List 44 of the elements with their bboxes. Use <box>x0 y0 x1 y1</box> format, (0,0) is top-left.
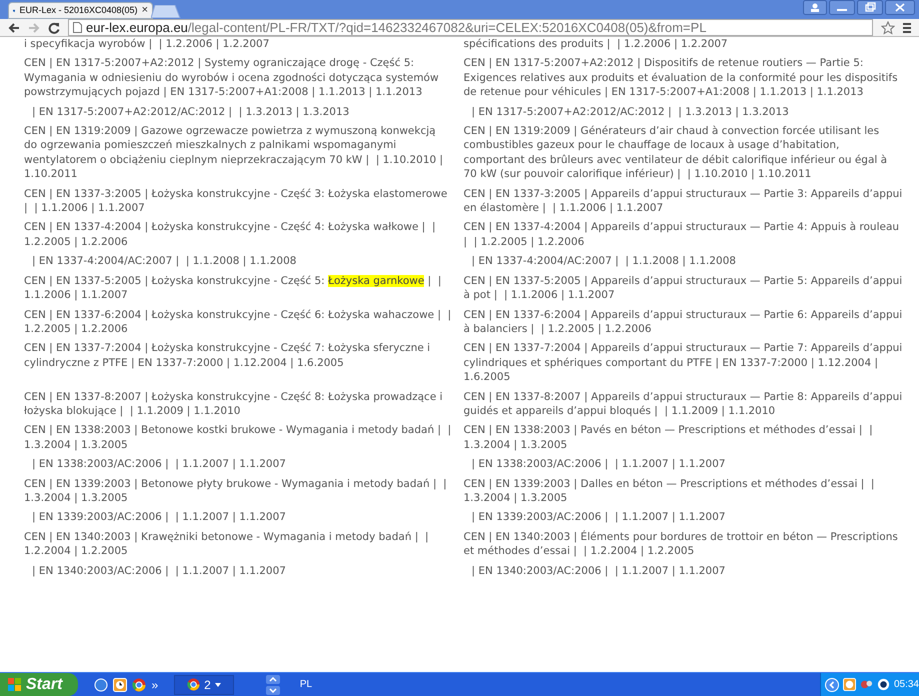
language-indicator[interactable]: PL <box>300 677 312 692</box>
maximize-button[interactable] <box>857 0 883 15</box>
table-cell: CEN | EN 1337-5:2005 | Appareils d’appui structuraux — Partie 5: Appareils d’appui à pot | | 1.1.2006 | 1.1.2007 <box>464 274 903 302</box>
url-text: eur-lex.europa.eu/legal-content/PL-FR/TXT/?qid=1462332467082&uri=CELEX:52016XC0408(05)&from=PL <box>86 21 706 34</box>
new-tab-button[interactable] <box>151 5 181 18</box>
scroll-arrows-icon[interactable] <box>266 674 280 694</box>
table-cell: CEN | EN 1337-8:2007 | Appareils d’appui structuraux — Partie 8: Appareils d’appui guidés et appareils d’appui bloqués | | 1.1.2009 | 1.1.2010 <box>464 390 903 418</box>
more-icons-button[interactable]: » <box>151 676 158 694</box>
address-bar[interactable]: eur-lex.europa.eu/legal-content/PL-FR/TXT/?qid=1462332467082&uri=CELEX:52016XC0408(05)&from=PL <box>68 19 873 36</box>
table-cell-text: | EN 1340:2003/AC:2006 | | 1.1.2007 | 1.1.2007 <box>31 564 287 578</box>
back-button[interactable] <box>8 22 20 34</box>
browser-icon[interactable] <box>94 678 108 692</box>
chrome-icon[interactable] <box>132 678 146 692</box>
window-count: 2 <box>204 676 211 694</box>
table-cell-text: | EN 1337-4:2004/AC:2007 | | 1.1.2008 | 1.1.2008 <box>470 254 737 269</box>
table-cell-text: | EN 1338:2003/AC:2006 | | 1.1.2007 | 1.1.2007 <box>470 457 726 472</box>
chrome-icon <box>187 678 200 691</box>
table-cell-text: i specyfikacja wyrobów | | 1.2.2006 | 1.2.2007 <box>24 37 270 52</box>
caret-icon <box>214 682 221 686</box>
bookmark-star-icon[interactable] <box>881 20 895 34</box>
browser-tab[interactable]: EUR-Lex - 52016XC0408(05) × <box>8 2 153 19</box>
table-cell-text: | EN 1338:2003/AC:2006 | | 1.1.2007 | 1.1.2007 <box>31 457 287 472</box>
clock-icon[interactable] <box>113 678 128 692</box>
table-cell-text: | EN 1317-5:2007+A2:2012/AC:2012 | | 1.3.2013 | 1.3.2013 <box>31 104 350 120</box>
reload-button[interactable] <box>48 22 60 34</box>
user-icon[interactable] <box>803 0 827 15</box>
menu-icon[interactable] <box>903 22 911 34</box>
close-tab-button[interactable]: × <box>142 2 148 19</box>
table-cell: CEN | EN 1337-6:2004 | Appareils d’appui structuraux — Partie 6: Appareils d’appui à balanciers | | 1.2.2005 | 1.2.2006 <box>464 308 903 336</box>
table-cell: CEN | EN 1337-3:2005 | Appareils d’appui structuraux — Partie 3: Appareils d’appui en élastomère | | 1.1.2006 | 1.1.2007 <box>464 186 903 216</box>
windows-logo-icon <box>8 678 22 692</box>
page-icon <box>73 22 82 33</box>
table-cell-text: spécifications des produits | | 1.2.2006 | 1.2.2007 <box>464 37 729 52</box>
table-cell-text: | EN 1339:2003/AC:2006 | | 1.1.2007 | 1.1.2007 <box>470 510 726 525</box>
minimize-button[interactable] <box>829 0 855 15</box>
taskbar-chrome-group[interactable]: 2 <box>174 674 234 694</box>
clock-time: 05:34 <box>894 678 919 692</box>
table-cell-text: | EN 1317-5:2007+A2:2012/AC:2012 | | 1.3.2013 | 1.3.2013 <box>470 104 790 120</box>
start-button[interactable]: Start <box>0 673 78 696</box>
chevron-left-icon[interactable] <box>824 678 839 692</box>
close-button[interactable] <box>885 0 915 15</box>
table-cell-text: | EN 1339:2003/AC:2006 | | 1.1.2007 | 1.1.2007 <box>31 510 287 525</box>
table-cell-text: | EN 1337-4:2004/AC:2007 | | 1.1.2008 | 1.1.2008 <box>31 254 298 269</box>
table-cell-text: | EN 1340:2003/AC:2006 | | 1.1.2007 | 1.1.2007 <box>470 564 726 578</box>
